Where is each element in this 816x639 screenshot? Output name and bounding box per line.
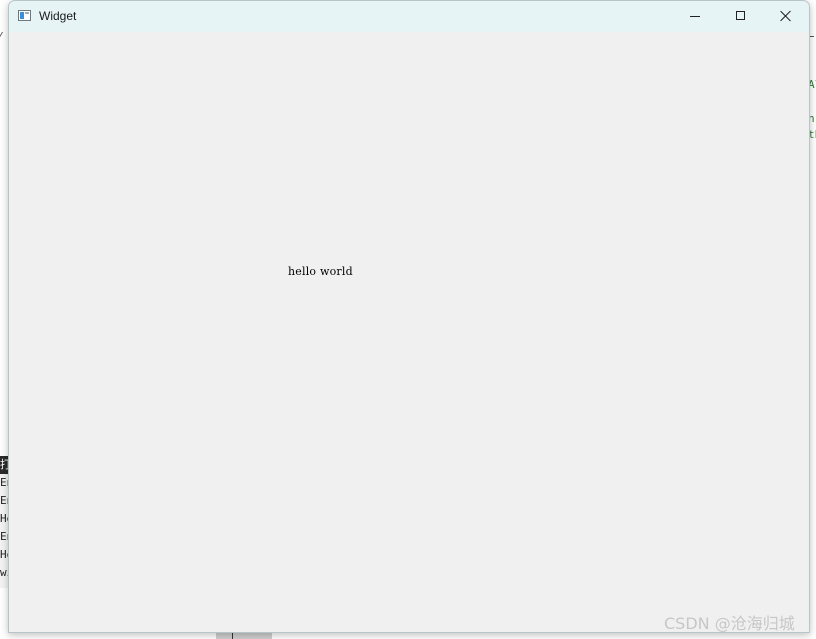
client-area: hello world	[9, 32, 809, 632]
close-icon	[780, 10, 792, 22]
hello-label: hello world	[288, 265, 353, 278]
minimize-button[interactable]	[672, 1, 718, 32]
maximize-button[interactable]	[718, 1, 764, 32]
widget-window[interactable]: Widget hello world	[8, 0, 810, 633]
close-button[interactable]	[763, 1, 809, 32]
maximize-icon	[736, 11, 745, 20]
window-title: Widget	[39, 9, 77, 23]
watermark: CSDN @沧海归城	[664, 614, 795, 633]
app-window-icon	[18, 10, 31, 21]
minimize-icon	[690, 16, 700, 17]
title-bar[interactable]: Widget	[9, 1, 809, 32]
